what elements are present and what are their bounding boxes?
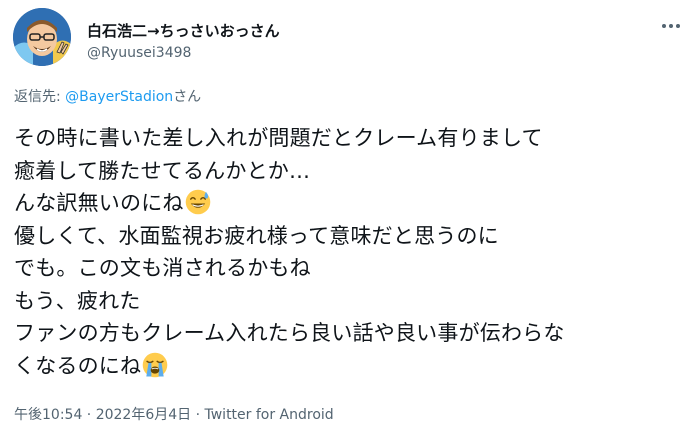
tweet-line-text: くなるのにね [14,353,142,378]
display-name[interactable]: 白石浩二→ちっさいおっさん [87,20,280,41]
tweet-line: その時に書いた差し入れが問題だとクレーム有りまして [14,126,543,150]
tweet-header: 白石浩二→ちっさいおっさん @Ryuusei3498 [13,8,687,68]
reply-suffix: さん [173,89,202,105]
user-handle[interactable]: @Ryuusei3498 [87,45,191,61]
reply-mention-link[interactable]: @BayerStadion [65,89,173,105]
tweet-timestamp[interactable]: 午後10:54 · 2022年6月4日 · Twitter for Androi… [14,404,334,424]
tweet-line: でも。この文も消されるかもね [14,256,311,280]
reply-context: 返信先: @BayerStadionさん [14,86,201,106]
reply-prefix: 返信先: [14,89,66,105]
avatar[interactable] [13,8,71,66]
tweet-text: その時に書いた差し入れが問題だとクレーム有りまして 癒着して勝たせてるんかとか…… [14,122,690,382]
tweet-line: 優しくて、水面監視お疲れ様って意味だと思うのに [14,223,499,248]
sweat-smile-emoji [185,189,210,215]
loudly-crying-emoji [142,352,168,377]
tweet-line: もう、疲れた [14,288,141,313]
avatar-illustration [13,8,71,66]
tweet-line: くなるのにね [14,350,690,383]
tweet-line: 癒着して勝たせてるんかとか… [14,158,311,183]
more-options-icon[interactable] [659,16,683,36]
tweet-line-text: んな訳無いのにね [14,191,184,215]
tweet-line: ファンの方もクレーム入れたら良い話や良い事が伝わらな [14,321,565,345]
tweet-line: んな訳無いのにね [14,187,690,220]
